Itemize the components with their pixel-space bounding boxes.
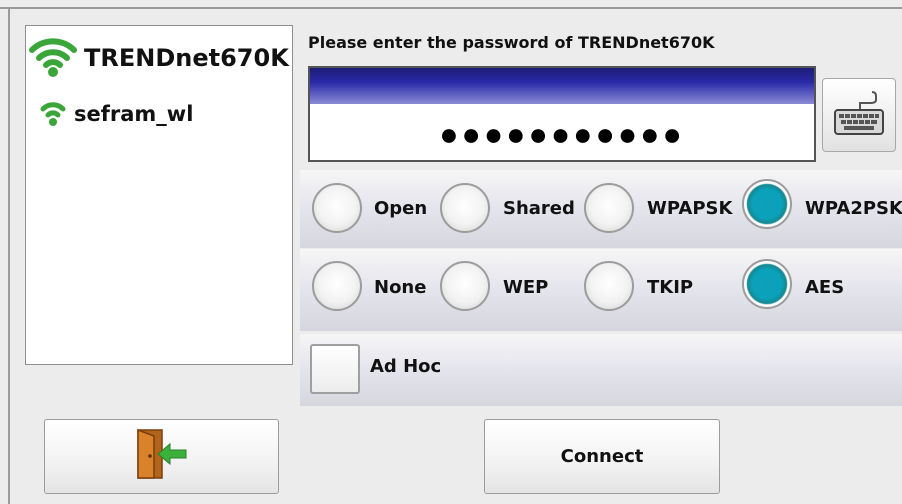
encryption-option-label: WEP [503,277,549,298]
password-input[interactable]: ●●●●●●●●●●● [308,66,816,162]
network-item-trendnet670k[interactable]: TRENDnet670K [28,32,289,83]
keyboard-icon [832,88,886,143]
network-name: TRENDnet670K [84,43,289,72]
adhoc-label: Ad Hoc [370,356,442,377]
radio-security-shared[interactable] [440,183,490,233]
network-item-sefram-wl[interactable]: sefram_wl [38,94,193,133]
radio-security-wpapsk[interactable] [584,183,634,233]
network-list: TRENDnet670K sefram_wl [25,25,293,365]
encryption-option-label: None [374,277,427,298]
exit-button[interactable] [44,419,279,494]
password-prompt: Please enter the password of TRENDnet670… [308,33,715,52]
security-option-label: Shared [503,198,575,219]
password-masked-value: ●●●●●●●●●●● [439,116,685,152]
connect-button[interactable]: Connect [484,419,720,494]
security-option-label: WPAPSK [647,198,733,219]
wifi-signal-strong-icon [28,32,78,83]
radio-encryption-aes[interactable] [742,259,792,309]
top-border [0,7,902,9]
wifi-signal-weak-icon [38,94,68,133]
network-name: sefram_wl [74,101,194,126]
security-option-label: Open [374,198,428,219]
encryption-options-row: None WEP TKIP AES [300,249,902,331]
radio-encryption-wep[interactable] [440,261,490,311]
left-border [8,7,10,504]
encryption-option-label: TKIP [647,277,694,298]
security-options-row: Open Shared WPAPSK WPA2PSK [300,170,902,248]
encryption-option-label: AES [805,277,845,298]
adhoc-checkbox[interactable] [310,344,360,394]
security-option-label: WPA2PSK [805,198,902,219]
radio-security-open[interactable] [312,183,362,233]
radio-encryption-none[interactable] [312,261,362,311]
radio-security-wpa2psk[interactable] [742,179,792,229]
exit-door-icon [134,428,190,485]
password-header-bar [310,68,814,104]
keyboard-button[interactable] [822,78,896,152]
radio-encryption-tkip[interactable] [584,261,634,311]
